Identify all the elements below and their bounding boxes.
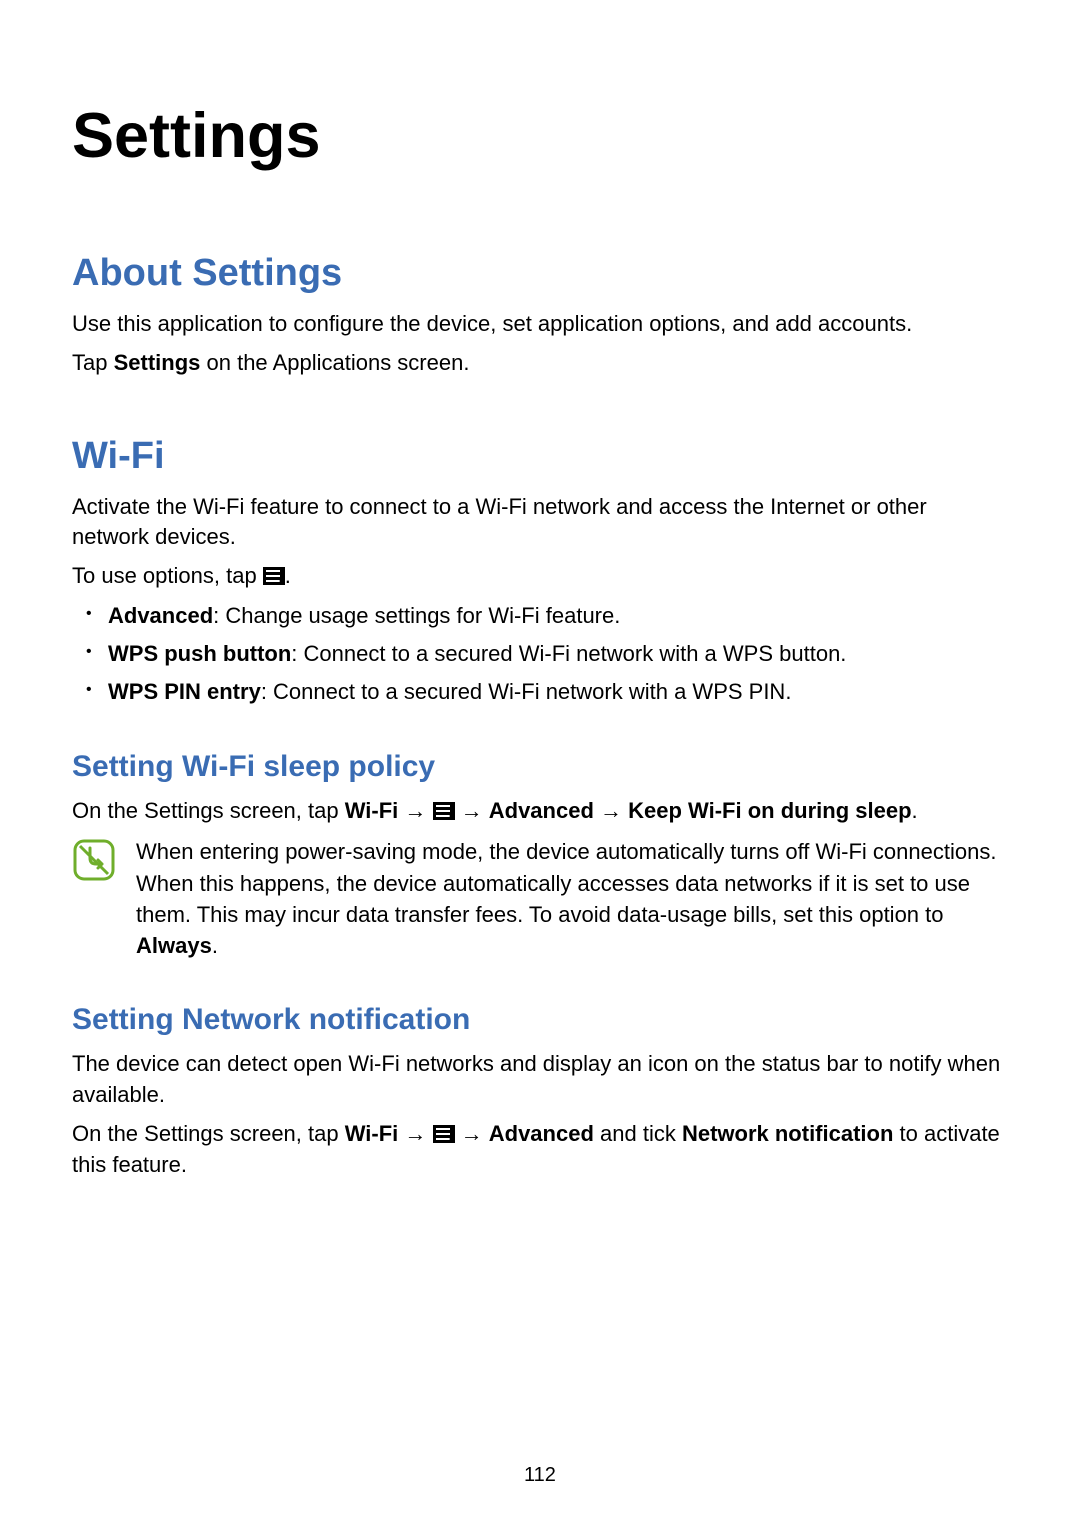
arrow: → [398,1121,432,1146]
text: . [912,798,918,823]
advanced-bold: Advanced [489,1121,594,1146]
about-heading: About Settings [72,252,1008,295]
note-row: When entering power-saving mode, the dev… [72,836,1008,961]
netnotif-paragraph-1: The device can detect open Wi-Fi network… [72,1049,1008,1111]
option-desc: : Connect to a secured Wi-Fi network wit… [291,641,846,666]
option-label: WPS push button [108,641,291,666]
page-number: 112 [0,1464,1080,1487]
wifi-options-list: Advanced: Change usage settings for Wi-F… [72,600,1008,708]
option-label: WPS PIN entry [108,679,261,704]
arrow: → [455,1121,489,1146]
section-about: About Settings Use this application to c… [72,252,1008,379]
option-desc: : Connect to a secured Wi-Fi network wit… [261,679,792,704]
arrow: → [594,798,628,823]
text: When entering power-saving mode, the dev… [136,839,996,926]
menu-icon [433,802,455,820]
list-item: Advanced: Change usage settings for Wi-F… [108,600,1008,632]
network-notification-bold: Network notification [682,1121,893,1146]
settings-bold: Settings [114,350,201,375]
about-paragraph-1: Use this application to configure the de… [72,309,1008,340]
menu-icon [433,1125,455,1143]
chapter-title: Settings [72,100,1008,172]
netnotif-paragraph-2: On the Settings screen, tap Wi-Fi → → Ad… [72,1119,1008,1181]
wifi-intro: Activate the Wi-Fi feature to connect to… [72,492,1008,554]
text: . [285,563,291,588]
sleep-paragraph: On the Settings screen, tap Wi-Fi → → Ad… [72,796,1008,827]
note-text: When entering power-saving mode, the dev… [136,836,1008,961]
text: On the Settings screen, tap [72,798,345,823]
note-icon [72,838,116,887]
arrow: → [455,798,489,823]
sleep-heading: Setting Wi-Fi sleep policy [72,750,1008,784]
section-wifi: Wi-Fi Activate the Wi-Fi feature to conn… [72,435,1008,1181]
option-desc: : Change usage settings for Wi-Fi featur… [213,603,620,628]
list-item: WPS PIN entry: Connect to a secured Wi-F… [108,676,1008,708]
always-bold: Always [136,933,212,958]
advanced-bold: Advanced [489,798,594,823]
keep-wifi-bold: Keep Wi-Fi on during sleep [628,798,911,823]
text: Tap [72,350,114,375]
text: on the Applications screen. [200,350,469,375]
text: and tick [594,1121,682,1146]
wifi-bold: Wi-Fi [345,798,399,823]
wifi-heading: Wi-Fi [72,435,1008,478]
menu-icon [263,567,285,585]
netnotif-heading: Setting Network notification [72,1003,1008,1037]
list-item: WPS push button: Connect to a secured Wi… [108,638,1008,670]
wifi-bold: Wi-Fi [345,1121,399,1146]
text: . [212,933,218,958]
about-paragraph-2: Tap Settings on the Applications screen. [72,348,1008,379]
text: To use options, tap [72,563,263,588]
option-label: Advanced [108,603,213,628]
arrow: → [398,798,432,823]
text: On the Settings screen, tap [72,1121,345,1146]
wifi-options-line: To use options, tap . [72,561,1008,592]
